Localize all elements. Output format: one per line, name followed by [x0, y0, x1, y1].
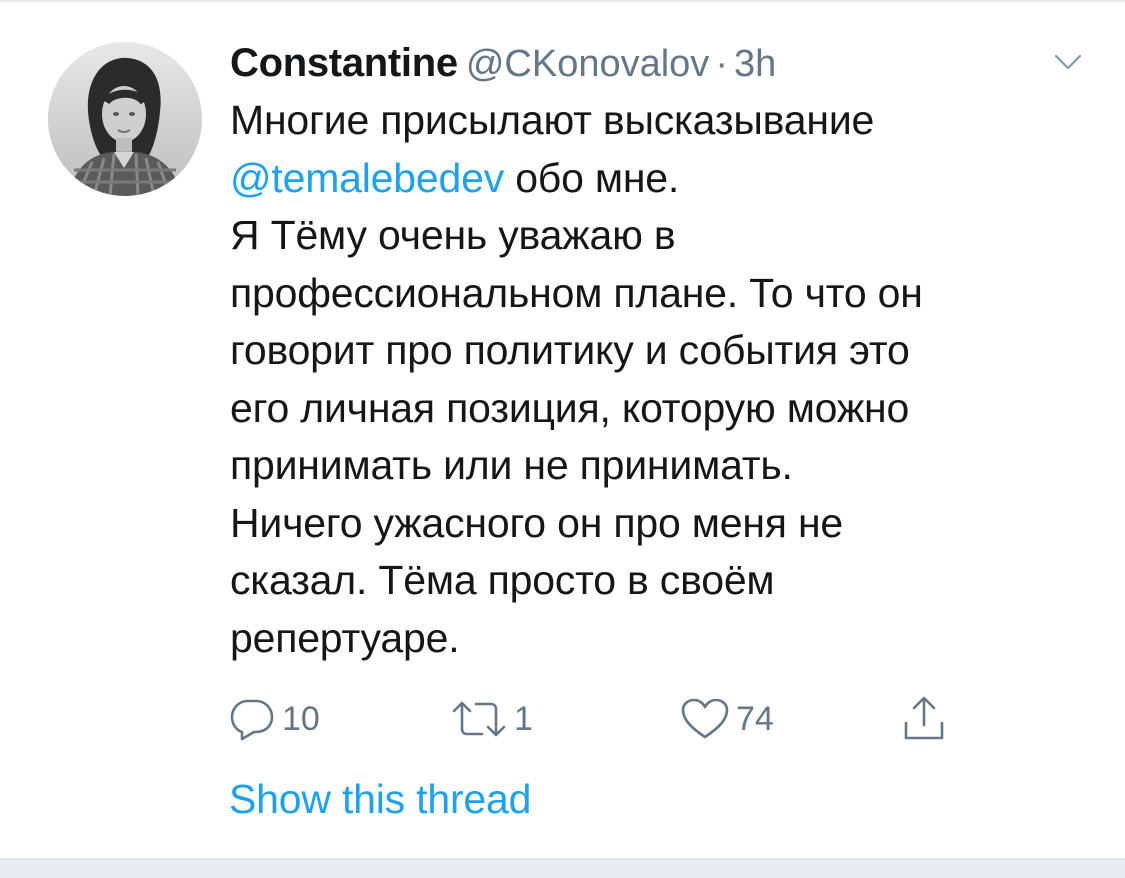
- chevron-down-icon[interactable]: [1053, 52, 1083, 72]
- tweet-text-fragment: обо мне.: [504, 154, 680, 201]
- tweet-text-line: репертуаре.: [230, 614, 460, 661]
- show-thread-link[interactable]: Show this thread: [229, 776, 531, 823]
- tweet-text-line: @temalebedev обо мне.: [230, 150, 1090, 208]
- tweet-text-line: сказал. Тёма просто в своём: [230, 557, 775, 603]
- speech-bubble-icon: [230, 699, 274, 741]
- heart-icon: [681, 698, 729, 739]
- tweet-text: Многие присылают высказывание @temalebed…: [230, 92, 1090, 667]
- avatar[interactable]: [48, 42, 202, 196]
- tweet-actions: 10 1 74: [228, 694, 968, 744]
- tweet-text-line: Я Тёму очень уважаю в: [230, 212, 676, 258]
- like-button[interactable]: 74: [680, 694, 774, 744]
- tweet-text-line: Многие присылают высказывание: [230, 97, 875, 143]
- mention-link[interactable]: @temalebedev: [230, 155, 504, 201]
- separator-dot: ·: [715, 43, 728, 85]
- retweet-count: 1: [514, 699, 533, 738]
- like-count: 74: [736, 699, 774, 738]
- reply-button[interactable]: 10: [228, 694, 320, 744]
- timestamp[interactable]: 3h: [734, 43, 776, 85]
- author-display-name[interactable]: Constantine: [230, 41, 458, 85]
- bottom-divider: [0, 858, 1125, 878]
- tweet-text-line: профессиональном плане. То что он: [230, 269, 923, 316]
- tweet-card[interactable]: Constantine @CKonovalov · 3h Многие присыла…: [0, 0, 1125, 860]
- tweet-text-line: Ничего ужасного он про меня не: [230, 499, 844, 546]
- share-button[interactable]: [900, 694, 948, 744]
- retweet-button[interactable]: 1: [450, 694, 533, 744]
- share-icon: [904, 696, 944, 740]
- reply-count: 10: [282, 699, 320, 738]
- tweet-text-line: его личная позиция, которую можно: [230, 384, 910, 431]
- tweet-header: Constantine @CKonovalov · 3h: [230, 40, 776, 86]
- author-handle[interactable]: @CKonovalov: [466, 43, 709, 85]
- avatar-photo: [48, 42, 202, 196]
- tweet-text-line: принимать или не принимать.: [230, 442, 793, 488]
- tweet-text-line: говорит про политику и события это: [230, 327, 910, 373]
- retweet-icon: [452, 701, 506, 737]
